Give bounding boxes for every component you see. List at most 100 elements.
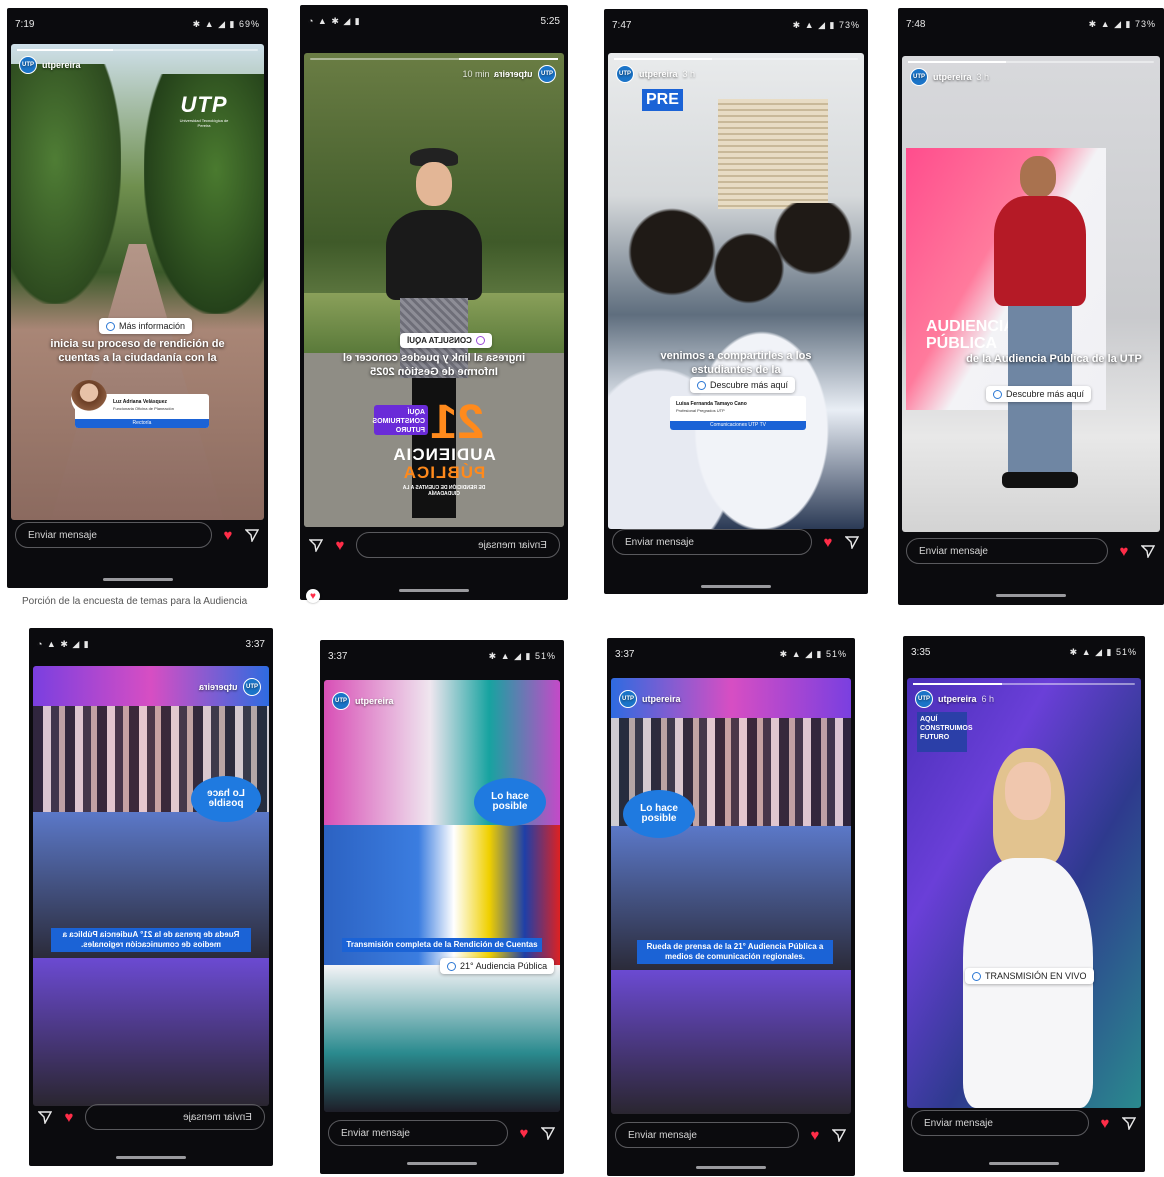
like-heart-icon[interactable]: ♥ xyxy=(1097,1115,1113,1132)
presenter-head xyxy=(416,162,452,206)
story-account[interactable]: UTP utpereira 6 h xyxy=(915,690,994,708)
reply-bar: Enviar mensaje ♥ xyxy=(898,524,1164,578)
discover-sticker[interactable]: Descubre más aquí xyxy=(690,377,796,393)
sticker-label: CONSULTA AQUÍ xyxy=(407,336,472,345)
send-message-input[interactable]: Enviar mensaje xyxy=(85,1104,265,1130)
account-name: utpereira xyxy=(42,60,81,70)
collage-bottom xyxy=(611,970,851,1114)
story-age: 10 min xyxy=(462,69,490,79)
status-time: 3:37 xyxy=(245,638,265,650)
send-icon[interactable] xyxy=(844,534,860,550)
send-message-input[interactable]: Enviar mensaje xyxy=(612,529,812,555)
like-heart-icon[interactable]: ♥ xyxy=(1116,543,1132,560)
account-name: utpereira xyxy=(355,696,394,706)
story-screen-3: 7:47 ✱ ▲ ◢ ▮ 73% UTP utpereira 3 h PRE v… xyxy=(604,9,868,594)
send-icon[interactable] xyxy=(244,527,260,543)
reaction-heart-icon: ♥ xyxy=(306,589,320,603)
reply-bar: Enviar mensaje ♥ xyxy=(7,508,268,562)
story-account[interactable]: UTP utpereira xyxy=(199,678,261,696)
live-stream-sticker[interactable]: TRANSMISIÓN EN VIVO xyxy=(965,968,1094,984)
story-progress xyxy=(614,58,858,60)
speaker-shirt xyxy=(994,196,1086,306)
send-message-input[interactable]: Enviar mensaje xyxy=(328,1120,508,1146)
home-indicator xyxy=(102,578,173,581)
story-collage[interactable]: Lo hace posible Rueda de prensa de la 21… xyxy=(33,666,269,1106)
send-message-input[interactable]: Enviar mensaje xyxy=(356,532,560,558)
status-bar: 7:47 ✱ ▲ ◢ ▮ 73% xyxy=(604,9,868,41)
status-bar: 5:25 ◔ ▲ ✱ ◢ ▮ xyxy=(300,5,568,37)
screen-title: AUDIENCIA PÚBLICA xyxy=(926,318,1015,352)
send-icon[interactable] xyxy=(540,1125,556,1141)
account-name: utpereira xyxy=(938,694,977,704)
audiencia-sticker[interactable]: 21° Audiencia Pública xyxy=(440,958,555,974)
story-collage[interactable]: Lo hace posible Transmisión completa de … xyxy=(324,680,560,1112)
discover-sticker[interactable]: Descubre más aquí xyxy=(986,386,1092,402)
like-heart-icon[interactable]: ♥ xyxy=(220,527,236,544)
account-avatar: UTP xyxy=(19,56,37,74)
story-photo[interactable]: UTP utpereira 3 h PRE venimos a comparti… xyxy=(608,53,864,529)
send-message-input[interactable]: Enviar mensaje xyxy=(911,1110,1089,1136)
like-heart-icon[interactable]: ♥ xyxy=(820,534,836,551)
send-message-input[interactable]: Enviar mensaje xyxy=(906,538,1108,564)
reply-bar: Enviar mensaje ♥ xyxy=(604,515,868,569)
story-caption: inicia su proceso de rendición de cuenta… xyxy=(50,338,225,364)
story-video[interactable]: AUDIENCIA PÚBLICA UTP utpereira 3 h de l… xyxy=(902,56,1160,532)
story-screen-5: 3:37 ◔ ▲ ✱ ◢ ▮ Lo hace posible Rueda de … xyxy=(29,628,273,1166)
story-account[interactable]: UTP utpereira xyxy=(619,690,681,708)
story-video[interactable]: AQUÍ CONSTRUIMOS FUTURO TRANSMISIÓN EN V… xyxy=(907,678,1141,1108)
send-message-input[interactable]: Enviar mensaje xyxy=(615,1122,799,1148)
status-bar: 7:19 ✱ ▲ ◢ ▮ 69% xyxy=(7,8,268,40)
story-photo[interactable]: UTP utpereira UTP Universidad Tecnológic… xyxy=(11,44,264,520)
collage-panel-3 xyxy=(324,965,560,1112)
send-icon[interactable] xyxy=(1140,543,1156,559)
speaker-name: Luisa Fernanda Tamayo Cano xyxy=(676,401,747,407)
more-info-sticker[interactable]: Más información xyxy=(99,318,193,334)
story-account[interactable]: UTP utpereira 3 h xyxy=(616,65,695,83)
like-heart-icon[interactable]: ♥ xyxy=(61,1109,77,1126)
status-icons: ✱ ▲ ◢ ▮ 51% xyxy=(779,648,847,659)
story-video[interactable]: UTP utpereira 10 min CONSULTA AQUÍ ingre… xyxy=(304,53,564,527)
story-account[interactable]: UTP utpereira 10 min xyxy=(462,65,556,83)
story-screen-2: 5:25 ◔ ▲ ✱ ◢ ▮ UTP utpereira 10 min CONS… xyxy=(300,5,568,600)
send-icon[interactable] xyxy=(308,537,324,553)
account-name: utpereira xyxy=(933,72,972,82)
sticker-label: Descubre más aquí xyxy=(710,380,789,390)
story-account[interactable]: UTP utpereira 3 h xyxy=(910,68,989,86)
speaker-button[interactable]: Rectoría xyxy=(75,419,209,428)
speaker-card[interactable]: Luisa Fernanda Tamayo Cano Profesional P… xyxy=(670,396,806,430)
status-icons: ◔ ▲ ✱ ◢ ▮ xyxy=(37,638,90,649)
story-progress xyxy=(908,61,1154,63)
link-icon xyxy=(106,321,115,331)
send-icon[interactable] xyxy=(831,1127,847,1143)
link-icon xyxy=(972,971,981,981)
audiencia-graphic: AQUÍ CONSTRUIMOS FUTURO 21 AUDIENCIA PÚB… xyxy=(373,395,514,505)
story-age: 3 h xyxy=(976,72,990,82)
like-heart-icon[interactable]: ♥ xyxy=(332,537,348,554)
speaker-button[interactable]: Comunicaciones UTP TV xyxy=(670,421,806,430)
story-collage[interactable]: Lo hace posible Rueda de prensa de la 21… xyxy=(611,678,851,1114)
send-icon[interactable] xyxy=(37,1109,53,1125)
status-icons: ◔ ▲ ✱ ◢ ▮ xyxy=(308,15,361,26)
account-avatar: UTP xyxy=(619,690,637,708)
status-bar: 3:35 ✱ ▲ ◢ ▮ 51% xyxy=(903,636,1145,668)
like-heart-icon[interactable]: ♥ xyxy=(807,1127,823,1144)
status-icons: ✱ ▲ ◢ ▮ 73% xyxy=(792,19,860,30)
speaker-name: Luz Adriana Velásquez xyxy=(113,399,167,405)
account-avatar: UTP xyxy=(910,68,928,86)
account-name: utpereira xyxy=(494,69,533,79)
story-caption: de la Audiencia Pública de la UTP xyxy=(966,353,1142,365)
story-age: 3 h xyxy=(682,69,696,79)
send-icon[interactable] xyxy=(1121,1115,1137,1131)
reply-bar: Enviar mensaje ♥ xyxy=(300,518,568,572)
story-account[interactable]: UTP utpereira xyxy=(19,56,81,74)
speaker-card[interactable]: Luz Adriana Velásquez Funcionaria Oficin… xyxy=(71,380,209,428)
lo-hace-posible-bubble: Lo hace posible xyxy=(191,776,261,822)
sticker-label: 21° Audiencia Pública xyxy=(460,961,548,971)
status-time: 7:48 xyxy=(906,18,926,30)
send-message-input[interactable]: Enviar mensaje xyxy=(15,522,212,548)
like-heart-icon[interactable]: ♥ xyxy=(516,1125,532,1142)
reply-bar: Enviar mensaje ♥ xyxy=(607,1108,855,1162)
consult-sticker[interactable]: CONSULTA AQUÍ xyxy=(400,333,492,348)
status-icons: ✱ ▲ ◢ ▮ 73% xyxy=(1088,18,1156,29)
story-account[interactable]: UTP utpereira xyxy=(332,692,394,710)
